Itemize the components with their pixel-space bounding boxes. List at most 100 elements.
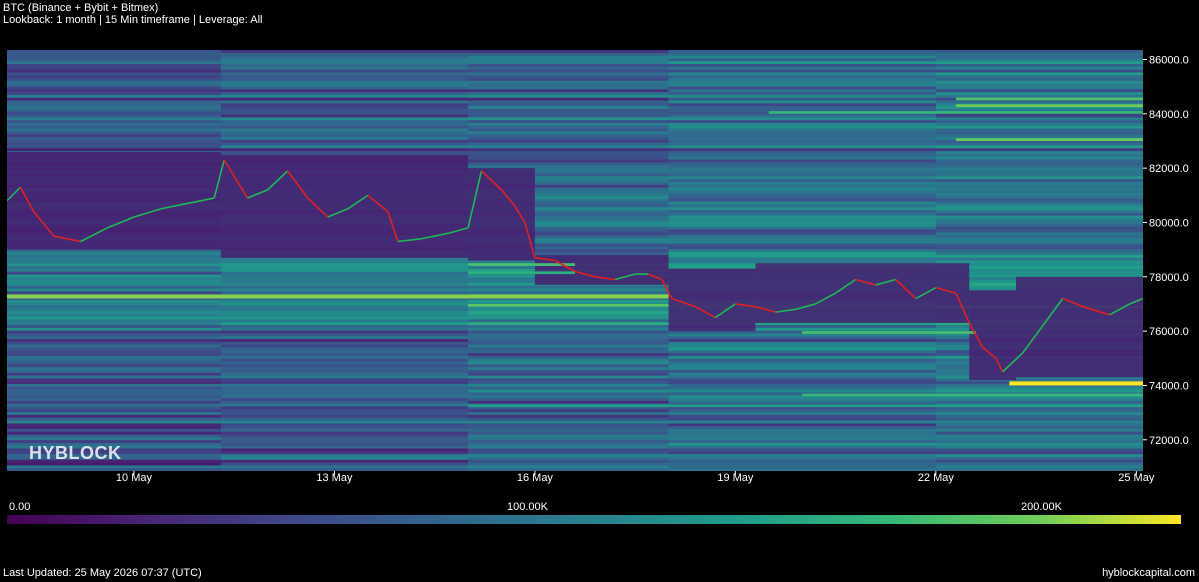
heat-cell [935, 162, 1143, 166]
heat-cell [468, 333, 670, 337]
heat-cell [468, 52, 670, 57]
heat-cell [668, 389, 937, 393]
heat-cell [220, 448, 469, 452]
heat-cell [468, 330, 670, 334]
heat-cell [668, 94, 937, 99]
heat-cell [668, 400, 937, 405]
heat-cell [468, 66, 670, 71]
heat-cell [668, 372, 937, 376]
heat-cell [935, 142, 1143, 146]
y-tick-label: 74000.0 [1149, 380, 1189, 392]
heat-cell [7, 358, 222, 362]
heat-cell [935, 148, 1143, 152]
y-tick-label: 84000.0 [1149, 109, 1189, 121]
heat-cell [668, 417, 937, 421]
heat-cell [220, 325, 469, 329]
heat-cell [7, 94, 222, 99]
hyblock-watermark: HYBLOCK [29, 443, 122, 463]
heat-cell [220, 361, 469, 365]
heat-cell [220, 108, 469, 113]
heat-cell [468, 445, 670, 449]
heat-cell [668, 66, 937, 71]
heat-cell [935, 456, 1143, 461]
heat-cell [7, 386, 222, 391]
heat-cell [220, 333, 469, 337]
heat-cell [468, 50, 670, 54]
heat-cell [935, 86, 1143, 90]
y-tick-label: 82000.0 [1149, 163, 1189, 175]
heat-cell [668, 246, 937, 250]
site-link[interactable]: hyblockcapital.com [1102, 567, 1195, 579]
heat-cell [935, 72, 1143, 76]
heat-cell [668, 423, 937, 427]
heat-cell [668, 375, 937, 379]
heat-cell [220, 423, 469, 427]
heat-cell [668, 173, 937, 177]
heat-cell [7, 361, 222, 365]
heat-cell [935, 218, 1143, 222]
heat-cell [220, 434, 469, 438]
heat-cell [7, 72, 222, 76]
heat-cell [935, 89, 1143, 93]
heat-cell [220, 392, 469, 396]
heat-cell [468, 375, 670, 379]
heat-cell [935, 50, 1143, 54]
heat-cell [935, 167, 1143, 172]
heat-cell [668, 125, 937, 129]
heat-cell [935, 187, 1143, 191]
heat-cell [668, 89, 937, 93]
heat-cell [468, 86, 670, 90]
heat-cell [7, 426, 222, 430]
heat-cell [220, 308, 469, 312]
heat-cell [935, 179, 1143, 183]
heat-cell [668, 64, 937, 68]
heat-cell [220, 355, 469, 360]
heat-cell [468, 58, 670, 62]
heat-cell [468, 122, 670, 127]
heat-cell [220, 409, 469, 413]
heat-cell [220, 299, 469, 303]
heat-cell [7, 299, 222, 303]
heat-cell [7, 313, 222, 318]
heat-cell [7, 114, 222, 118]
y-tick-label: 86000.0 [1149, 55, 1189, 67]
heat-cell [468, 325, 670, 329]
liquidation-band [468, 404, 1143, 408]
heat-cell [220, 61, 469, 65]
heat-cell [935, 454, 1143, 458]
heat-cell [668, 454, 937, 458]
heat-cell [220, 125, 469, 129]
heat-cell [668, 80, 937, 85]
liquidation-heatmap-chart: 86000.0 84000.0 82000.0 80000.0 78000.0 76000… [7, 50, 1189, 524]
heat-cell [468, 94, 670, 99]
heat-cell [7, 58, 222, 62]
heat-cell [935, 226, 1143, 231]
heat-cell [7, 291, 222, 295]
heat-cell [468, 103, 670, 107]
heat-cell [468, 448, 670, 452]
heat-cell [220, 437, 469, 441]
heat-cell [220, 468, 469, 471]
heat-cell [468, 145, 670, 149]
heat-cell [220, 58, 469, 62]
heat-cell [7, 128, 222, 132]
heat-cell [220, 445, 469, 449]
heat-cell [668, 412, 937, 416]
heat-cell [220, 134, 469, 138]
heat-cell [468, 139, 670, 144]
heat-cell [7, 280, 222, 284]
heat-cell [7, 285, 222, 289]
heat-cell [668, 226, 937, 231]
heat-cell [935, 198, 1143, 202]
heat-cell [468, 462, 670, 466]
heat-cell [935, 114, 1143, 118]
heat-cell [668, 426, 937, 430]
heat-cell [7, 369, 222, 374]
heat-cell [7, 336, 222, 340]
heat-cell [220, 350, 469, 354]
heat-cell [220, 398, 469, 402]
heat-cell [468, 100, 670, 104]
heat-cell [668, 55, 937, 59]
heat-cell [468, 288, 670, 292]
heat-cell [7, 353, 222, 357]
